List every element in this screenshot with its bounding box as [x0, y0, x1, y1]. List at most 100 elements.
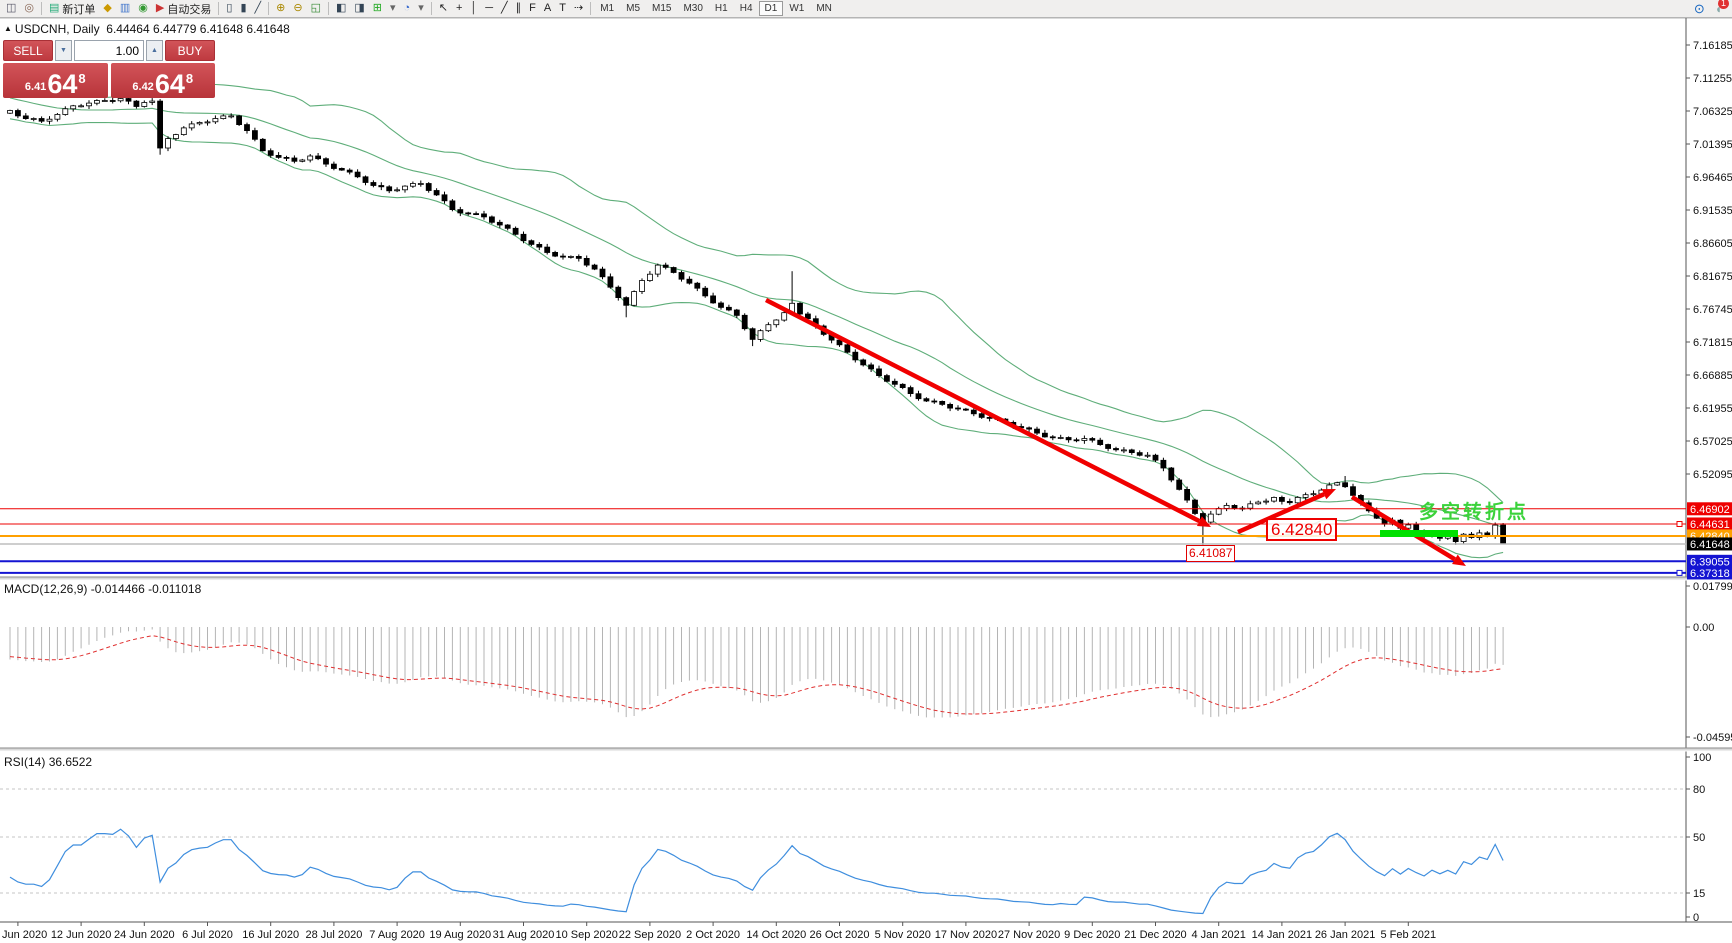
crosshair-icon[interactable]: +: [452, 1, 466, 17]
timeframe-m30-button[interactable]: M30: [677, 1, 708, 16]
charts-manager-icon: ▥: [120, 3, 130, 14]
styles-icon[interactable]: ◆: [99, 1, 115, 17]
svg-text:0.017998: 0.017998: [1693, 581, 1732, 593]
signal-icon[interactable]: ◉: [134, 1, 152, 17]
buy-price-pip: 8: [186, 71, 193, 86]
svg-text:16 Jul 2020: 16 Jul 2020: [242, 929, 299, 941]
volume-decrease-button[interactable]: ▼: [55, 40, 72, 61]
new-order-button[interactable]: ▤新订单: [45, 1, 99, 17]
autotrade-button: ▶: [156, 3, 164, 14]
zoom-out-icon: ⊖: [293, 3, 302, 14]
indicators-dropdown-icon[interactable]: ▾: [386, 1, 400, 17]
buy-price-display[interactable]: 6.42 64 8: [111, 63, 216, 98]
line-chart-icon: ╱: [255, 3, 262, 14]
timeframe-mn-button[interactable]: MN: [810, 1, 838, 16]
channel-icon[interactable]: ∥: [512, 1, 526, 17]
tile-windows-icon[interactable]: ◱: [307, 1, 325, 17]
trendline-icon[interactable]: ╱: [497, 1, 512, 17]
shapes-dropdown-icon[interactable]: ⇢: [570, 1, 587, 17]
autotrade-button-label: 自动交易: [167, 1, 211, 17]
notification-icon[interactable]: ◖1: [1715, 2, 1722, 16]
svg-text:14 Oct 2020: 14 Oct 2020: [746, 929, 806, 941]
svg-text:-0.045957: -0.045957: [1693, 732, 1732, 744]
autotrade-button[interactable]: ▶自动交易: [152, 1, 215, 17]
timeframe-w1-button[interactable]: W1: [783, 1, 810, 16]
sell-price-prefix: 6.41: [25, 81, 46, 93]
chart-shift-icon: ◨: [354, 3, 364, 14]
trendline-icon: ╱: [501, 3, 508, 14]
timeframe-m5-button[interactable]: M5: [620, 1, 646, 16]
chart-shift-icon[interactable]: ◨: [350, 1, 368, 17]
fibonacci-icon[interactable]: F: [525, 1, 540, 17]
svg-text:21 Dec 2020: 21 Dec 2020: [1124, 929, 1186, 941]
svg-text:50: 50: [1693, 832, 1705, 844]
autoscroll-icon: ◧: [336, 3, 346, 14]
text-icon: A: [544, 3, 551, 14]
chart-plot[interactable]: 7.161857.112557.063257.013956.964656.915…: [0, 0, 1732, 943]
indicators-add-icon[interactable]: ⊞: [369, 1, 386, 17]
svg-text:12 Jun 2020: 12 Jun 2020: [51, 929, 112, 941]
cursor-icon[interactable]: ↖: [435, 1, 452, 17]
indicators-dropdown-icon: ▾: [390, 3, 396, 14]
timeframe-h4-button[interactable]: H4: [734, 1, 759, 16]
text-icon[interactable]: A: [540, 1, 555, 17]
window-icon: ◫: [6, 3, 16, 14]
buy-button[interactable]: BUY: [165, 40, 215, 61]
indicators-add-icon: ⊞: [373, 3, 382, 14]
styles-icon: ◆: [103, 3, 111, 14]
sep5: [431, 2, 432, 15]
svg-text:6.66885: 6.66885: [1693, 370, 1732, 382]
macd-indicator-label: MACD(12,26,9) -0.014466 -0.011018: [4, 582, 201, 596]
label-icon[interactable]: T: [555, 1, 570, 17]
sell-price-pip: 8: [78, 71, 85, 86]
svg-text:6.86605: 6.86605: [1693, 238, 1732, 250]
swing-low-price-label[interactable]: 6.41087: [1186, 545, 1235, 562]
timeframe-m1-button[interactable]: M1: [594, 1, 620, 16]
bars-chart-icon[interactable]: ▯: [222, 1, 236, 17]
window-icon[interactable]: ◫: [2, 1, 20, 17]
new-order-button: ▤: [49, 3, 59, 14]
svg-text:19 Aug 2020: 19 Aug 2020: [429, 929, 491, 941]
buy-price-big: 64: [155, 72, 185, 96]
one-click-toggle-icon[interactable]: ▲: [4, 24, 12, 33]
zoom-in-icon: ⊕: [276, 3, 285, 14]
sell-price-display[interactable]: 6.41 64 8: [3, 63, 108, 98]
ohlc-values: 6.44464 6.44779 6.41648 6.41648: [106, 22, 290, 36]
zoom-out-icon[interactable]: ⊖: [289, 1, 306, 17]
charts-manager-icon[interactable]: ▥: [116, 1, 134, 17]
autoscroll-icon[interactable]: ◧: [332, 1, 350, 17]
green-highlight-bar[interactable]: [1380, 530, 1458, 537]
zoom-window-icon[interactable]: ◎: [20, 1, 38, 17]
buy-price-prefix: 6.42: [132, 81, 153, 93]
svg-text:5 Nov 2020: 5 Nov 2020: [875, 929, 931, 941]
svg-text:27 Nov 2020: 27 Nov 2020: [998, 929, 1060, 941]
svg-text:7.16185: 7.16185: [1693, 40, 1732, 52]
periods-icon[interactable]: ◔: [400, 1, 415, 17]
chart-title: ▲USDCNH, Daily 6.44464 6.44779 6.41648 6…: [4, 22, 290, 36]
horizontal-line-icon[interactable]: ─: [481, 1, 497, 17]
timeframe-d1-button[interactable]: D1: [759, 1, 784, 16]
key-level-price-label[interactable]: 6.42840: [1266, 518, 1337, 541]
volume-increase-button[interactable]: ▲: [146, 40, 163, 61]
zoom-in-icon[interactable]: ⊕: [272, 1, 289, 17]
svg-text:6.91535: 6.91535: [1693, 205, 1732, 217]
periods-dropdown-icon[interactable]: ▾: [414, 1, 428, 17]
svg-text:100: 100: [1693, 752, 1711, 764]
mt5-window: 7.161857.112557.063257.013956.964656.915…: [0, 0, 1732, 943]
vertical-line-icon[interactable]: │: [466, 1, 481, 17]
bars-chart-icon: ▯: [226, 3, 232, 14]
svg-text:6.61955: 6.61955: [1693, 403, 1732, 415]
line-chart-icon[interactable]: ╱: [251, 1, 266, 17]
candles-chart-icon[interactable]: ▮: [236, 1, 250, 17]
timeframe-m15-button[interactable]: M15: [646, 1, 677, 16]
svg-text:2 Oct 2020: 2 Oct 2020: [686, 929, 740, 941]
toolbar-right: ⊙ ◖1: [1694, 1, 1730, 17]
timeframe-h1-button[interactable]: H1: [709, 1, 734, 16]
sep4: [328, 2, 329, 15]
svg-text:15: 15: [1693, 888, 1705, 900]
turning-point-annotation[interactable]: 多空转折点: [1419, 497, 1529, 524]
sell-button[interactable]: SELL: [3, 40, 53, 61]
svg-text:26 Oct 2020: 26 Oct 2020: [810, 929, 870, 941]
volume-input[interactable]: [74, 40, 144, 61]
search-icon[interactable]: ⊙: [1694, 1, 1705, 17]
